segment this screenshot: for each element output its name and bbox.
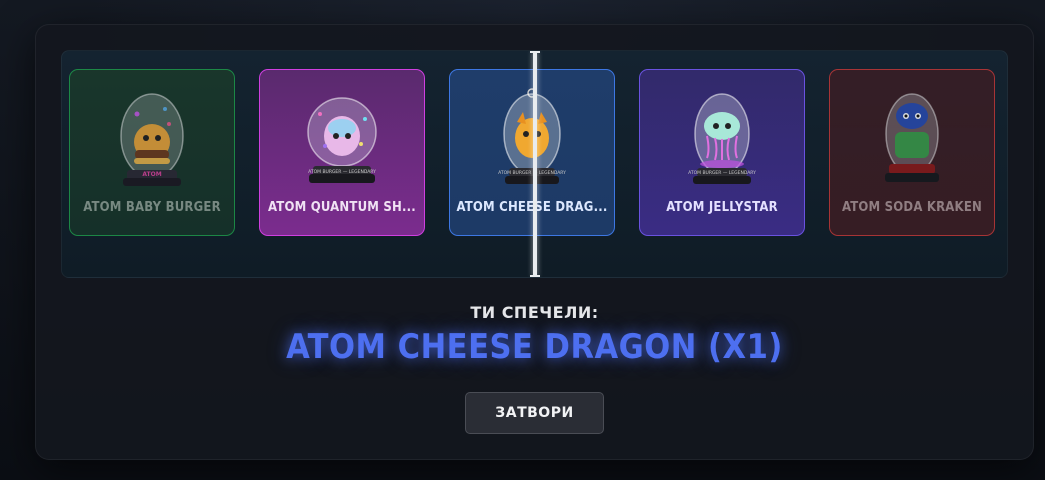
jellystar-globe-icon: ATOM BURGER — LEGENDARY xyxy=(688,93,756,184)
reel-item-jellystar: ATOM BURGER — LEGENDARY ATOM JELLYSTAR xyxy=(639,69,805,236)
svg-text:ATOM BURGER — LEGENDARY: ATOM BURGER — LEGENDARY xyxy=(308,169,376,175)
cheese-dragon-globe-icon: ATOM BURGER — LEGENDARY xyxy=(498,88,566,184)
reel-item-baby-burger: ATOM ATOM BABY BURGER xyxy=(69,69,235,236)
won-item-name: ATOM CHEESE DRAGON (X1) xyxy=(286,327,783,367)
case-opening-modal: ATOM ATOM BABY BURGER ATOM BURGER — LEGE… xyxy=(35,24,1034,460)
close-button[interactable]: ЗАТВОРИ xyxy=(465,392,604,434)
reel-item-quantum: ATOM BURGER — LEGENDARY ATOM QUANTUM SH.… xyxy=(259,69,425,236)
reel-item-label: ATOM QUANTUM SH... xyxy=(268,200,416,215)
reel-item-label: ATOM BABY BURGER xyxy=(83,200,221,215)
reel-item-label: ATOM SODA KRAKEN xyxy=(841,200,983,215)
reel-item-soda-kraken: ATOM SODA KRAKEN xyxy=(829,69,995,236)
reel-item-label: ATOM JELLYSTAR xyxy=(666,200,778,215)
won-label: ТИ СПЕЧЕЛИ: xyxy=(470,303,599,322)
baby-burger-globe-icon: ATOM xyxy=(120,93,184,186)
quantum-globe-icon: ATOM BURGER — LEGENDARY xyxy=(307,97,377,183)
reel-item-cheese-dragon: ATOM BURGER — LEGENDARY ATOM CHEESE DRAG… xyxy=(449,69,615,236)
svg-text:ATOM: ATOM xyxy=(142,171,161,178)
spin-reel: ATOM ATOM BABY BURGER ATOM BURGER — LEGE… xyxy=(61,50,1008,278)
reel-item-label: ATOM CHEESE DRAG... xyxy=(456,200,608,215)
svg-text:ATOM BURGER — LEGENDARY: ATOM BURGER — LEGENDARY xyxy=(688,170,756,176)
soda-kraken-globe-icon xyxy=(885,93,939,182)
reel-pointer-line xyxy=(530,51,540,277)
